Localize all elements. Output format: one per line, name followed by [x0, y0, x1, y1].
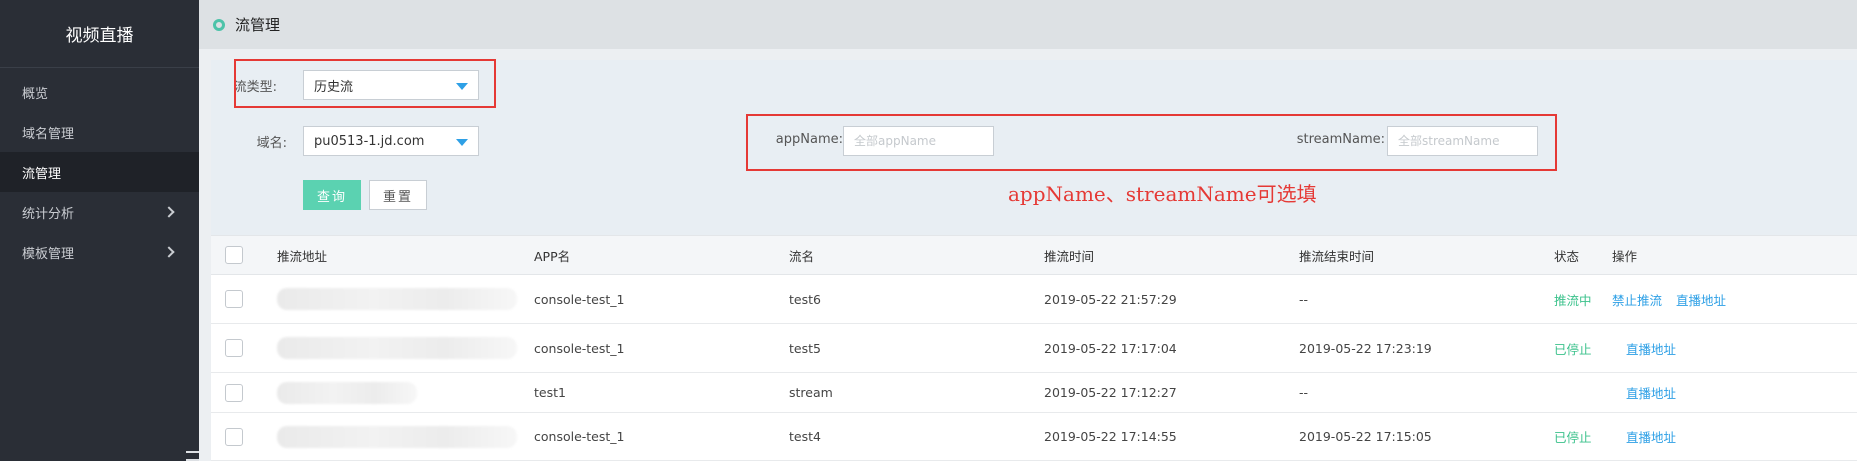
actions-cell: 直播地址: [1626, 324, 1690, 372]
select-all-checkbox[interactable]: [225, 246, 243, 264]
collapse-sidebar-icon[interactable]: [186, 451, 199, 461]
sidebar-item-label: 域名管理: [22, 126, 75, 142]
highlight-box: [234, 59, 496, 108]
end-time-cell: --: [1299, 291, 1309, 307]
table-row: console-test_1 test6 2019-05-22 21:57:29…: [211, 275, 1857, 324]
push-url-cell: [277, 275, 517, 323]
table-row: console-test_1 test4 2019-05-22 17:14:55…: [211, 413, 1857, 461]
sidebar-item-label: 统计分析: [22, 206, 75, 222]
domain-value: pu0513-1.jd.com: [314, 133, 425, 149]
start-time-cell: 2019-05-22 17:12:27: [1044, 385, 1177, 400]
sidebar: 视频直播 概览 域名管理 流管理 统计分析 模板管理: [0, 0, 199, 461]
row-checkbox[interactable]: [225, 383, 243, 402]
end-time-cell: --: [1299, 385, 1309, 400]
main-panel: 流类型: 历史流 域名: pu0513-1.jd.com appName: st…: [211, 59, 1857, 461]
app-title: 视频直播: [0, 0, 199, 68]
caret-down-icon: [456, 139, 468, 146]
filter-area: 流类型: 历史流 域名: pu0513-1.jd.com appName: st…: [211, 59, 1857, 235]
select-all-cell: [225, 236, 243, 274]
row-checkbox[interactable]: [225, 427, 243, 446]
actions-cell: 直播地址: [1626, 413, 1690, 460]
push-url-cell: [277, 324, 517, 372]
stream-name-cell: test4: [789, 429, 821, 444]
status-badge: 推流中: [1554, 292, 1592, 308]
row-select-cell: [225, 413, 243, 460]
row-checkbox[interactable]: [225, 290, 243, 308]
redacted-push-url: [277, 425, 517, 448]
start-time-cell: 2019-05-22 17:17:04: [1044, 340, 1177, 356]
sidebar-item-stream-management[interactable]: 流管理: [0, 152, 199, 192]
redacted-push-url: [277, 381, 417, 404]
table-header: 推流地址 APP名 流名 推流时间 推流结束时间 状态 操作: [211, 235, 1857, 275]
annotation-note: appName、streamName可选填: [1008, 182, 1317, 206]
sidebar-item-templates[interactable]: 模板管理: [0, 232, 199, 272]
end-time-cell: 2019-05-22 17:23:19: [1299, 340, 1432, 356]
domain-select[interactable]: pu0513-1.jd.com: [303, 126, 479, 156]
column-header: APP名: [534, 248, 571, 264]
sidebar-item-label: 模板管理: [22, 246, 75, 262]
column-header: 推流时间: [1044, 248, 1095, 264]
row-select-cell: [225, 275, 243, 323]
stream-name-cell: test6: [789, 291, 821, 307]
column-header: 推流地址: [277, 248, 328, 264]
circle-icon: [213, 18, 225, 31]
push-url-cell: [277, 373, 417, 412]
live-url-link[interactable]: 直播地址: [1626, 383, 1676, 402]
end-time-cell: 2019-05-22 17:15:05: [1299, 429, 1432, 444]
live-url-link[interactable]: 直播地址: [1676, 290, 1726, 309]
sidebar-nav: 概览 域名管理 流管理 统计分析 模板管理: [0, 72, 199, 272]
column-header: 流名: [789, 248, 815, 264]
sidebar-item-overview[interactable]: 概览: [0, 72, 199, 112]
live-url-link[interactable]: 直播地址: [1626, 427, 1676, 446]
stream-name-cell: stream: [789, 385, 833, 400]
column-header: 推流结束时间: [1299, 248, 1375, 264]
column-header: 状态: [1554, 248, 1580, 264]
push-url-cell: [277, 413, 517, 460]
chevron-right-icon: [163, 206, 175, 218]
query-button[interactable]: 查询: [303, 180, 361, 210]
live-url-link[interactable]: 直播地址: [1626, 339, 1676, 358]
page-title: 流管理: [235, 16, 281, 34]
row-select-cell: [225, 324, 243, 372]
column-header: 操作: [1612, 248, 1638, 264]
sidebar-item-label: 概览: [22, 86, 49, 102]
sidebar-item-statistics[interactable]: 统计分析: [0, 192, 199, 232]
redacted-push-url: [277, 337, 517, 359]
start-time-cell: 2019-05-22 21:57:29: [1044, 291, 1177, 307]
app-name-cell: test1: [534, 385, 566, 400]
table-row: test1 stream 2019-05-22 17:12:27 -- 直播地址: [211, 373, 1857, 413]
actions-cell: 直播地址: [1626, 373, 1690, 412]
row-select-cell: [225, 373, 243, 412]
reset-button[interactable]: 重置: [369, 180, 427, 210]
status-badge: 已停止: [1554, 430, 1592, 445]
app-name-cell: console-test_1: [534, 291, 625, 307]
sidebar-item-domain-management[interactable]: 域名管理: [0, 112, 199, 152]
table-row: console-test_1 test5 2019-05-22 17:17:04…: [211, 324, 1857, 373]
row-checkbox[interactable]: [225, 339, 243, 357]
chevron-right-icon: [163, 246, 175, 258]
page-header: 流管理: [199, 0, 1857, 49]
stream-name-cell: test5: [789, 340, 821, 356]
start-time-cell: 2019-05-22 17:14:55: [1044, 429, 1177, 444]
status-badge: 已停止: [1554, 341, 1592, 357]
app-name-cell: console-test_1: [534, 340, 625, 356]
app-name-cell: console-test_1: [534, 429, 625, 444]
domain-label: 域名:: [256, 136, 287, 151]
sidebar-item-label: 流管理: [22, 166, 62, 182]
redacted-push-url: [277, 288, 517, 310]
actions-cell: 禁止推流 直播地址: [1612, 275, 1740, 323]
forbid-push-link[interactable]: 禁止推流: [1612, 290, 1662, 309]
highlight-box: [746, 114, 1557, 171]
